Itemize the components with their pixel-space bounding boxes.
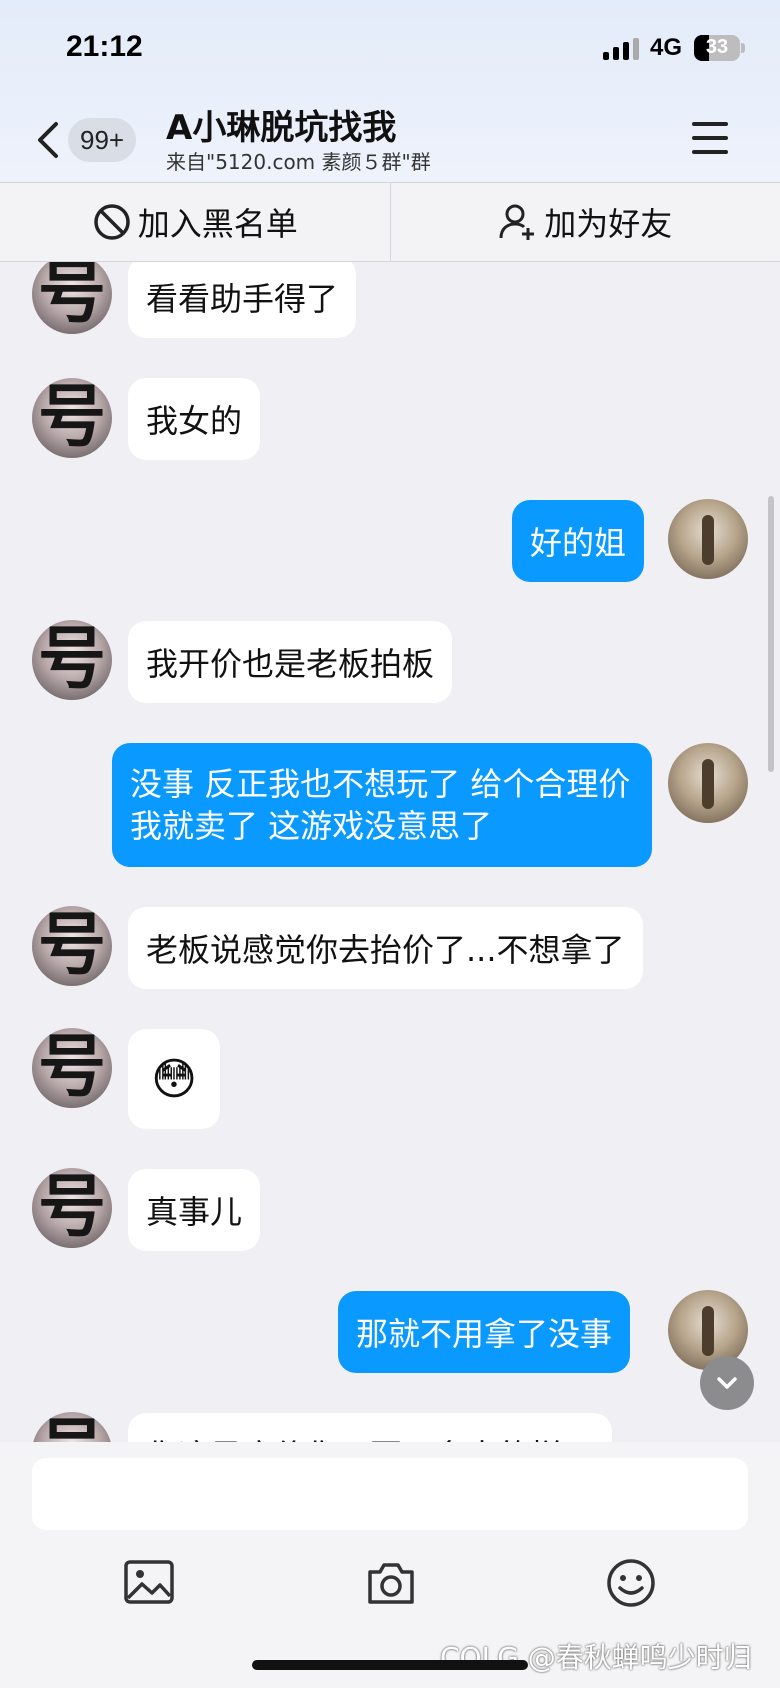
chat-title: A小琳脱坑找我 [166, 108, 397, 148]
message-bubble[interactable]: 老板说感觉你去抬价了...不想拿了 [128, 907, 643, 989]
battery-level: 33 [705, 36, 729, 58]
avatar[interactable]: 号 [32, 906, 112, 986]
avatar[interactable]: 号 [32, 620, 112, 700]
camera-icon[interactable] [364, 1556, 418, 1610]
block-button[interactable]: 加入黑名单 [0, 183, 390, 261]
chevron-down-icon [717, 1377, 737, 1389]
status-bar: 21:12 4G 33 [0, 0, 780, 100]
signal-icon [603, 38, 639, 60]
scroll-down-button[interactable] [700, 1356, 754, 1410]
message-bubble[interactable]: 看看助手得了 [128, 262, 357, 338]
scrollbar[interactable] [768, 496, 774, 772]
action-bar: 加入黑名单 加为好友 [0, 182, 780, 262]
message-input[interactable] [32, 1458, 748, 1530]
chat-subtitle: 来自"5120.com 素颜５群"群 [166, 150, 431, 174]
add-friend-label: 加为好友 [544, 205, 673, 243]
unread-badge[interactable]: 99+ [68, 118, 137, 162]
battery-tip [741, 43, 745, 53]
message-bubble[interactable]: 真事儿 [128, 1169, 261, 1251]
avatar[interactable] [668, 743, 748, 823]
add-friend-button[interactable]: 加为好友 [389, 183, 780, 261]
chevron-left-icon[interactable] [30, 118, 70, 162]
message-bubble[interactable]: 好的姐 [512, 500, 645, 582]
ban-icon [93, 204, 130, 240]
home-indicator[interactable] [252, 1660, 528, 1670]
avatar[interactable]: 号 [32, 378, 112, 458]
user-plus-icon [499, 204, 535, 240]
watermark: COLG @春秋蝉鸣少时归 [440, 1641, 752, 1674]
avatar[interactable] [668, 499, 748, 579]
image-icon[interactable] [122, 1556, 176, 1610]
network-type: 4G [650, 34, 683, 61]
avatar[interactable]: 号 [32, 262, 112, 334]
status-time: 21:12 [66, 30, 143, 63]
message-bubble[interactable]: 我开价也是老板拍板 [128, 621, 453, 703]
emoji-message[interactable]: 😳 [128, 1029, 220, 1129]
message-bubble[interactable]: 我女的 [128, 378, 261, 460]
message-bubble[interactable]: 你这是底价你…要…多大的样子 [128, 1413, 613, 1442]
avatar[interactable]: 号 [32, 1412, 112, 1442]
input-area: COLG @春秋蝉鸣少时归 [0, 1442, 780, 1688]
chat-messages[interactable]: 号 看看助手得了 号 我女的 好的姐 号 我开价也是老板拍板 没事 反正我也不想… [0, 262, 780, 1442]
hamburger-icon[interactable] [692, 122, 728, 158]
smiley-icon[interactable] [604, 1556, 658, 1610]
block-label: 加入黑名单 [137, 205, 298, 243]
battery-icon: 33 [694, 35, 740, 61]
avatar[interactable]: 号 [32, 1028, 112, 1108]
avatar[interactable]: 号 [32, 1168, 112, 1248]
message-bubble[interactable]: 没事 反正我也不想玩了 给个合理价我就卖了 这游戏没意思了 [112, 743, 652, 867]
chat-header: 99+ A小琳脱坑找我 来自"5120.com 素颜５群"群 [0, 100, 780, 182]
message-bubble[interactable]: 那就不用拿了没事 [338, 1291, 631, 1373]
